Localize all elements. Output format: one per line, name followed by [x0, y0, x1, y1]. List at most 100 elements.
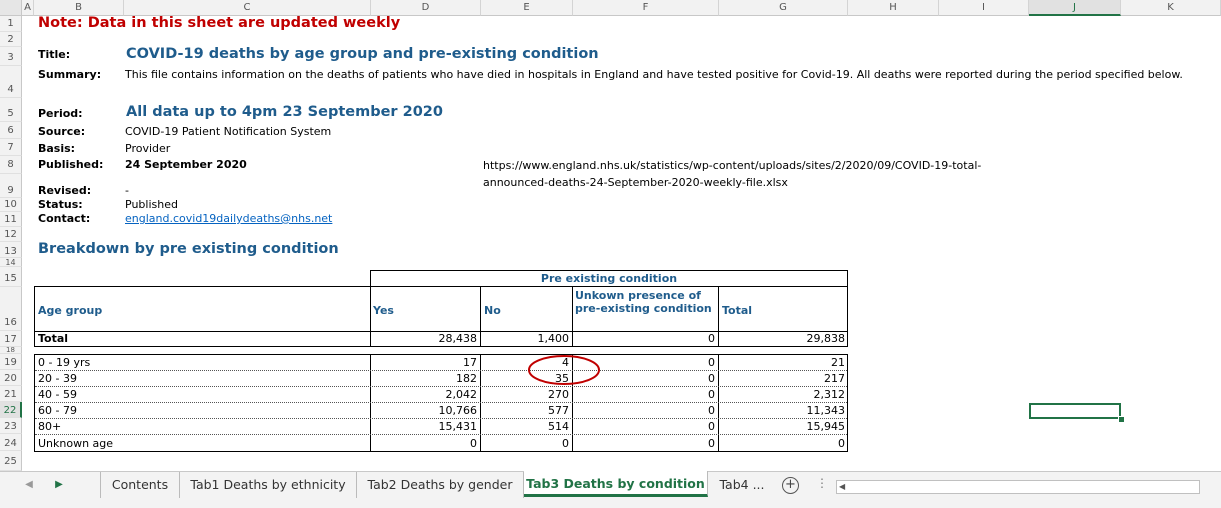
row-header[interactable]: 24 [0, 434, 22, 451]
column-header-f[interactable]: F [573, 0, 719, 16]
row-header[interactable]: 6 [0, 122, 22, 139]
row-header[interactable]: 20 [0, 370, 22, 386]
basis-label: Basis: [38, 142, 76, 155]
row-header[interactable]: 17 [0, 331, 22, 347]
header-age-group: Age group [38, 304, 103, 317]
header-unknown-condition: Unkown presence of pre-existing conditio… [575, 289, 712, 315]
basis-value: Provider [125, 142, 171, 155]
column-header-a[interactable]: A [22, 0, 34, 16]
triangle-right-icon[interactable]: ▶ [52, 476, 66, 494]
column-header-k[interactable]: K [1121, 0, 1221, 16]
row-header[interactable]: 1 [0, 16, 22, 32]
breakdown-title: Breakdown by pre existing condition [38, 241, 339, 257]
row-age-label: 40 - 59 [38, 388, 77, 401]
column-header-i[interactable]: I [939, 0, 1029, 16]
tab-deaths-by-gender[interactable]: Tab2 Deaths by gender [357, 472, 524, 498]
row-total: 2,312 [813, 388, 846, 401]
row-no: 0 [562, 437, 569, 450]
total-label: Total [38, 332, 69, 345]
row-no: 514 [548, 420, 569, 433]
row-header[interactable]: 22 [0, 402, 22, 418]
contact-email-link[interactable]: england.covid19dailydeaths@nhs.net [125, 212, 332, 225]
column-header-e[interactable]: E [481, 0, 573, 16]
scroll-left-icon[interactable]: ◀ [839, 482, 845, 491]
column-header-g[interactable]: G [719, 0, 848, 16]
tab-tab4[interactable]: Tab4 ... [708, 472, 776, 498]
tab-deaths-by-condition[interactable]: Tab3 Deaths by condition [524, 471, 708, 497]
column-header-d[interactable]: D [371, 0, 481, 16]
row-header[interactable]: 23 [0, 418, 22, 434]
update-note: Note: Data in this sheet are updated wee… [38, 15, 401, 31]
row-header[interactable]: 21 [0, 386, 22, 402]
contact-label: Contact: [38, 212, 91, 225]
row-header[interactable]: 25 [0, 451, 22, 471]
file-url-line1: https://www.england.nhs.uk/statistics/wp… [483, 159, 982, 172]
sheet-tab-bar: ◀ ▶ Contents Tab1 Deaths by ethnicity Ta… [0, 471, 1221, 508]
period-value: All data up to 4pm 23 September 2020 [126, 104, 443, 120]
row-header[interactable]: 9 [0, 174, 22, 198]
ellipsis-icon[interactable]: ⋮ [816, 476, 828, 490]
column-header-j[interactable]: J [1029, 0, 1121, 16]
row-header[interactable]: 8 [0, 156, 22, 174]
row-age-label: 20 - 39 [38, 372, 77, 385]
prev-sheet-icon[interactable]: ◀ [22, 476, 36, 494]
source-label: Source: [38, 125, 86, 138]
summary-value: This file contains information on the de… [125, 68, 1183, 81]
row-header[interactable]: 3 [0, 47, 22, 66]
status-label: Status: [38, 198, 83, 211]
select-all-corner[interactable] [0, 0, 22, 16]
row-header[interactable]: 13 [0, 242, 22, 258]
title-value: COVID-19 deaths by age group and pre-exi… [126, 46, 599, 62]
row-header[interactable]: 2 [0, 32, 22, 47]
column-header-b[interactable]: B [34, 0, 124, 16]
row-header[interactable]: 4 [0, 66, 22, 98]
row-yes: 10,766 [438, 404, 478, 417]
column-header-h[interactable]: H [848, 0, 939, 16]
spreadsheet-grid[interactable]: A B C D E F G H I J K 1 2 3 4 5 6 7 8 9 … [0, 0, 1221, 507]
row-age-label: Unknown age [38, 437, 114, 450]
column-header-c[interactable]: C [124, 0, 371, 16]
tab-deaths-by-ethnicity[interactable]: Tab1 Deaths by ethnicity [180, 472, 357, 498]
annotation-circle [528, 355, 600, 385]
row-header[interactable]: 7 [0, 139, 22, 156]
row-yes: 17 [463, 356, 477, 369]
row-header[interactable]: 14 [0, 258, 22, 267]
row-age-label: 60 - 79 [38, 404, 77, 417]
plus-circle-icon[interactable]: + [782, 477, 799, 494]
horizontal-scrollbar[interactable]: ◀ [836, 480, 1200, 494]
row-age-label: 80+ [38, 420, 62, 433]
total-no: 1,400 [537, 332, 570, 345]
row-header[interactable]: 18 [0, 347, 22, 354]
row-header[interactable]: 15 [0, 267, 22, 287]
header-no: No [484, 304, 501, 317]
row-unknown: 0 [708, 404, 715, 417]
tab-contents[interactable]: Contents [100, 472, 180, 498]
row-header[interactable]: 5 [0, 98, 22, 122]
row-unknown: 0 [708, 388, 715, 401]
total-unknown: 0 [708, 332, 715, 345]
row-total: 11,343 [806, 404, 846, 417]
row-header[interactable]: 19 [0, 354, 22, 370]
row-no: 577 [548, 404, 569, 417]
published-value: 24 September 2020 [125, 158, 247, 171]
published-label: Published: [38, 158, 104, 171]
row-yes: 0 [470, 437, 477, 450]
revised-value: - [125, 184, 129, 197]
row-header[interactable]: 10 [0, 198, 22, 212]
row-header[interactable]: 11 [0, 212, 22, 227]
title-label: Title: [38, 48, 71, 61]
total-total: 29,838 [806, 332, 846, 345]
selected-cell-j22[interactable] [1029, 403, 1121, 419]
row-no: 270 [548, 388, 569, 401]
row-yes: 182 [456, 372, 477, 385]
summary-label: Summary: [38, 68, 102, 81]
row-total: 21 [831, 356, 845, 369]
status-value: Published [125, 198, 178, 211]
row-yes: 15,431 [438, 420, 478, 433]
row-header[interactable]: 12 [0, 227, 22, 242]
row-header[interactable]: 16 [0, 287, 22, 331]
revised-label: Revised: [38, 184, 92, 197]
header-total: Total [722, 304, 753, 317]
total-yes: 28,438 [438, 332, 478, 345]
fill-handle[interactable] [1118, 416, 1125, 423]
